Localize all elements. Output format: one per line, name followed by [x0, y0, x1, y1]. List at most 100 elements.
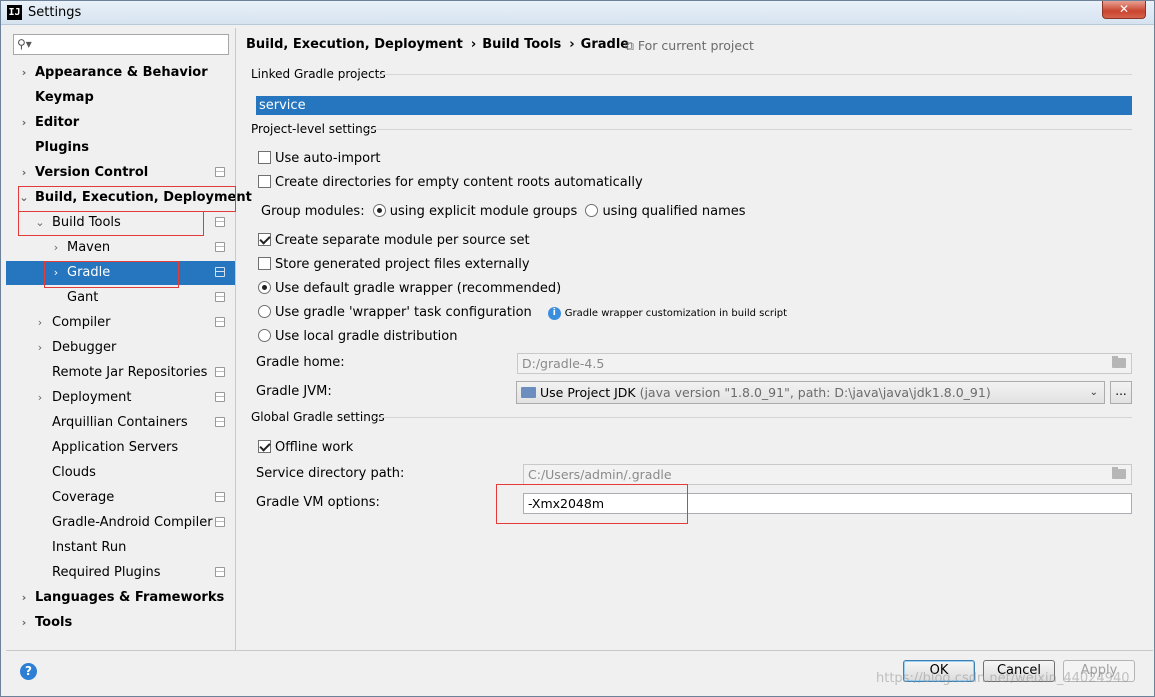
breadcrumb-separator: › — [470, 37, 477, 52]
help-icon[interactable]: ? — [20, 663, 37, 680]
separate-module-option[interactable]: Create separate module per source set — [258, 231, 530, 251]
wrapper-task-label: Use gradle 'wrapper' task configuration — [275, 305, 532, 320]
folder-icon[interactable] — [1112, 356, 1126, 368]
default-wrapper-radio[interactable] — [258, 281, 271, 294]
sidebar-item[interactable]: › Maven — [6, 236, 235, 260]
sidebar-item[interactable]: › Debugger — [6, 336, 235, 360]
chevron-right-icon[interactable]: › — [18, 111, 30, 135]
annotation-box-gradle — [44, 261, 179, 288]
sidebar-item[interactable]: Remote Jar Repositories — [6, 361, 235, 385]
sidebar-item-label: Languages & Frameworks — [35, 590, 225, 605]
store-external-option[interactable]: Store generated project files externally — [258, 255, 530, 275]
sidebar-item[interactable]: Application Servers — [6, 436, 235, 460]
sidebar-item[interactable]: › Appearance & Behavior — [6, 61, 235, 85]
auto-import-option[interactable]: Use auto-import — [258, 149, 381, 169]
sidebar-item-label: Clouds — [52, 465, 96, 480]
gradle-settings-panel: Build, Execution, Deployment › Build Tools… — [237, 28, 1154, 650]
sidebar-item[interactable]: Gradle-Android Compiler — [6, 511, 235, 535]
sidebar-item-label: Compiler — [52, 315, 111, 330]
intellij-app-icon: IJ — [7, 5, 22, 20]
search-icon: ⚲▾ — [17, 37, 32, 51]
sidebar-item[interactable]: › Compiler — [6, 311, 235, 335]
create-dirs-checkbox[interactable] — [258, 175, 271, 188]
sidebar-item[interactable]: Arquillian Containers — [6, 411, 235, 435]
project-scope-icon — [215, 417, 225, 427]
project-scope-icon — [215, 267, 225, 277]
default-wrapper-label: Use default gradle wrapper (recommended) — [275, 281, 562, 296]
chevron-right-icon[interactable]: › — [18, 61, 30, 85]
section-divider — [374, 417, 1132, 418]
sidebar-item[interactable]: Plugins — [6, 136, 235, 160]
chevron-right-icon[interactable]: › — [18, 586, 30, 610]
project-scope-icon — [215, 392, 225, 402]
qualified-names-radio[interactable] — [585, 204, 599, 217]
gradle-jvm-label: Gradle JVM: — [256, 384, 332, 399]
sidebar-item[interactable]: › Tools — [6, 611, 235, 635]
project-scope-icon — [215, 517, 225, 527]
create-dirs-option[interactable]: Create directories for empty content roo… — [258, 173, 643, 193]
local-distribution-option[interactable]: Use local gradle distribution — [258, 327, 457, 347]
store-external-label: Store generated project files externally — [275, 257, 530, 272]
sidebar-item-label: Required Plugins — [52, 565, 161, 580]
project-scope-icon — [215, 242, 225, 252]
sidebar-item[interactable]: Gant — [6, 286, 235, 310]
annotation-box-build-tools — [18, 211, 204, 236]
chevron-right-icon[interactable]: › — [18, 611, 30, 635]
folder-icon[interactable] — [1112, 467, 1126, 479]
window-title: Settings — [28, 5, 82, 20]
sidebar-item[interactable]: Clouds — [6, 461, 235, 485]
sidebar-item-label: Arquillian Containers — [52, 415, 188, 430]
breadcrumb-separator: › — [569, 37, 575, 52]
explicit-groups-radio[interactable] — [372, 204, 386, 217]
group-modules-label: Group modules: — [261, 204, 365, 219]
explicit-groups-label: using explicit module groups — [389, 204, 578, 219]
gradle-home-field[interactable]: D:/gradle-4.5 — [517, 353, 1132, 374]
separate-module-checkbox[interactable] — [258, 233, 271, 246]
sidebar-item-label: Maven — [67, 240, 111, 255]
offline-work-option[interactable]: Offline work — [258, 438, 353, 458]
gradle-jvm-more-button[interactable]: ... — [1110, 381, 1132, 404]
info-icon: i — [547, 307, 561, 320]
breadcrumb: Build, Execution, Deployment › Build Tools… — [246, 37, 635, 52]
sidebar-item[interactable]: › Languages & Frameworks — [6, 586, 235, 610]
sidebar-item[interactable]: › Version Control — [6, 161, 235, 185]
title-bar: IJ Settings ✕ — [1, 1, 1154, 25]
default-wrapper-option[interactable]: Use default gradle wrapper (recommended) — [258, 279, 561, 299]
chevron-right-icon[interactable]: › — [34, 336, 46, 360]
settings-search-input[interactable]: ⚲▾ — [13, 34, 229, 55]
section-linked-projects: Linked Gradle projects — [251, 67, 386, 81]
chevron-right-icon[interactable]: › — [50, 236, 62, 260]
offline-work-checkbox[interactable] — [258, 440, 271, 453]
wrapper-task-radio[interactable] — [258, 305, 271, 318]
sidebar-item[interactable]: Keymap — [6, 86, 235, 110]
linked-project-item[interactable]: service — [256, 96, 1132, 115]
breadcrumb-item: Build, Execution, Deployment — [246, 37, 463, 52]
chevron-right-icon[interactable]: › — [34, 311, 46, 335]
auto-import-checkbox[interactable] — [258, 151, 271, 164]
gradle-jvm-select[interactable]: Use Project JDK (java version "1.8.0_91"… — [516, 381, 1105, 404]
settings-sidebar: ⚲▾ › Appearance & Behavior Keymap › Editor Pl… — [6, 28, 252, 650]
local-distribution-radio[interactable] — [258, 329, 271, 342]
project-scope-icon: ⧉ — [625, 38, 638, 53]
close-window-button[interactable]: ✕ — [1102, 1, 1146, 19]
chevron-right-icon[interactable]: › — [18, 161, 30, 185]
sidebar-item[interactable]: › Editor — [6, 111, 235, 135]
wrapper-task-option[interactable]: Use gradle 'wrapper' task configuration i… — [258, 303, 787, 323]
store-external-checkbox[interactable] — [258, 257, 271, 270]
sidebar-item-label: Application Servers — [52, 440, 179, 455]
section-global: Global Gradle settings — [251, 410, 385, 424]
project-scope-icon — [215, 492, 225, 502]
gradle-home-label: Gradle home: — [256, 355, 345, 370]
qualified-names-label: using qualified names — [602, 204, 746, 219]
create-dirs-label: Create directories for empty content roo… — [275, 175, 643, 190]
scope-indicator: ⧉ For current project — [625, 38, 754, 54]
sidebar-item[interactable]: Coverage — [6, 486, 235, 510]
gradle-jvm-detail: (java version "1.8.0_91", path: D:\java\… — [639, 385, 991, 400]
service-dir-field[interactable]: C:/Users/admin/.gradle — [523, 464, 1132, 485]
sidebar-item[interactable]: › Deployment — [6, 386, 235, 410]
chevron-right-icon[interactable]: › — [34, 386, 46, 410]
section-project-level: Project-level settings — [251, 122, 377, 136]
sidebar-item[interactable]: Required Plugins — [6, 561, 235, 585]
sidebar-item[interactable]: Instant Run — [6, 536, 235, 560]
annotation-box-build-execution — [18, 186, 236, 212]
